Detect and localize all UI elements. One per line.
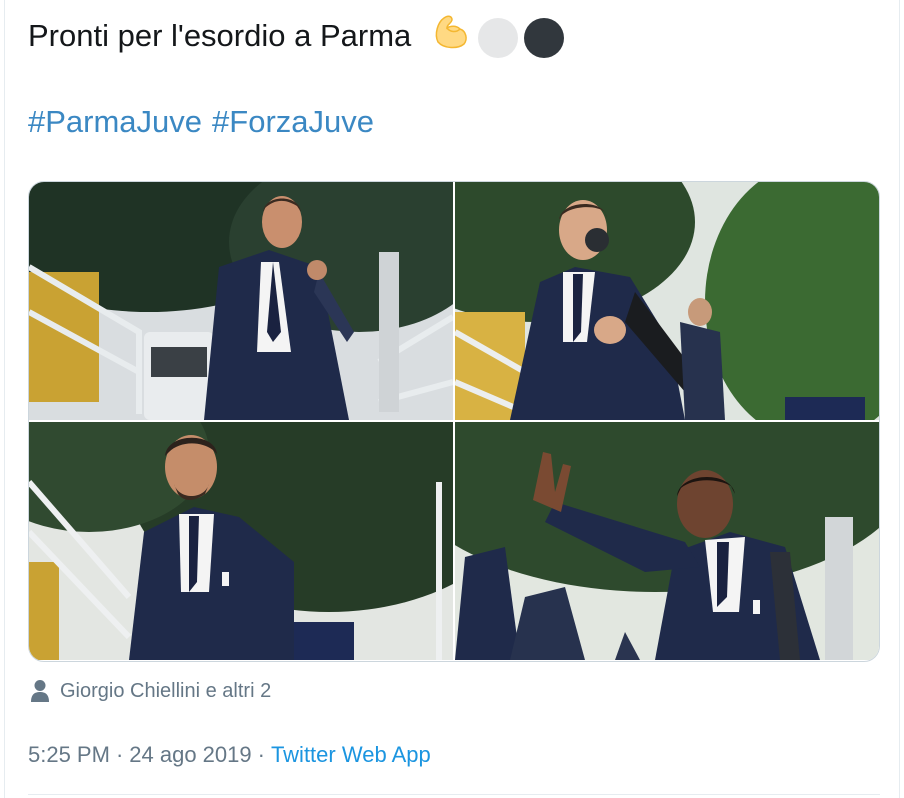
tweet-text: Pronti per l'esordio a Parma	[28, 12, 564, 63]
hashtag-line: #ParmaJuve #ForzaJuve	[28, 101, 384, 143]
person-icon	[31, 680, 49, 702]
divider	[28, 794, 880, 795]
liked-by-row[interactable]: Giorgio Chiellini e altri 2	[30, 676, 271, 706]
emoji-row	[430, 12, 564, 63]
tweet-text-body: Pronti per l'esordio a Parma	[28, 18, 412, 53]
photo-3[interactable]	[29, 422, 453, 660]
photo-1[interactable]	[29, 182, 453, 420]
photo-2[interactable]	[455, 182, 879, 420]
meta-separator: ·	[115, 742, 124, 767]
flexed-biceps-icon	[430, 12, 472, 63]
media-grid	[28, 181, 880, 662]
liked-by-text: Giorgio Chiellini e altri 2	[60, 679, 272, 702]
photo-4[interactable]	[455, 422, 879, 660]
tweet-source-link[interactable]: Twitter Web App	[271, 742, 431, 767]
hashtag-parmajuve[interactable]: #ParmaJuve	[28, 104, 202, 139]
meta-separator-2: ·	[257, 742, 265, 767]
hashtag-forzajuve[interactable]: #ForzaJuve	[212, 104, 374, 139]
white-circle-icon	[477, 17, 518, 58]
tweet-meta: 5:25 PM · 24 ago 2019 · Twitter Web App	[28, 742, 431, 768]
tweet-date[interactable]: 24 ago 2019	[129, 742, 251, 767]
black-circle-icon	[523, 17, 564, 58]
tweet-time[interactable]: 5:25 PM	[28, 742, 110, 767]
